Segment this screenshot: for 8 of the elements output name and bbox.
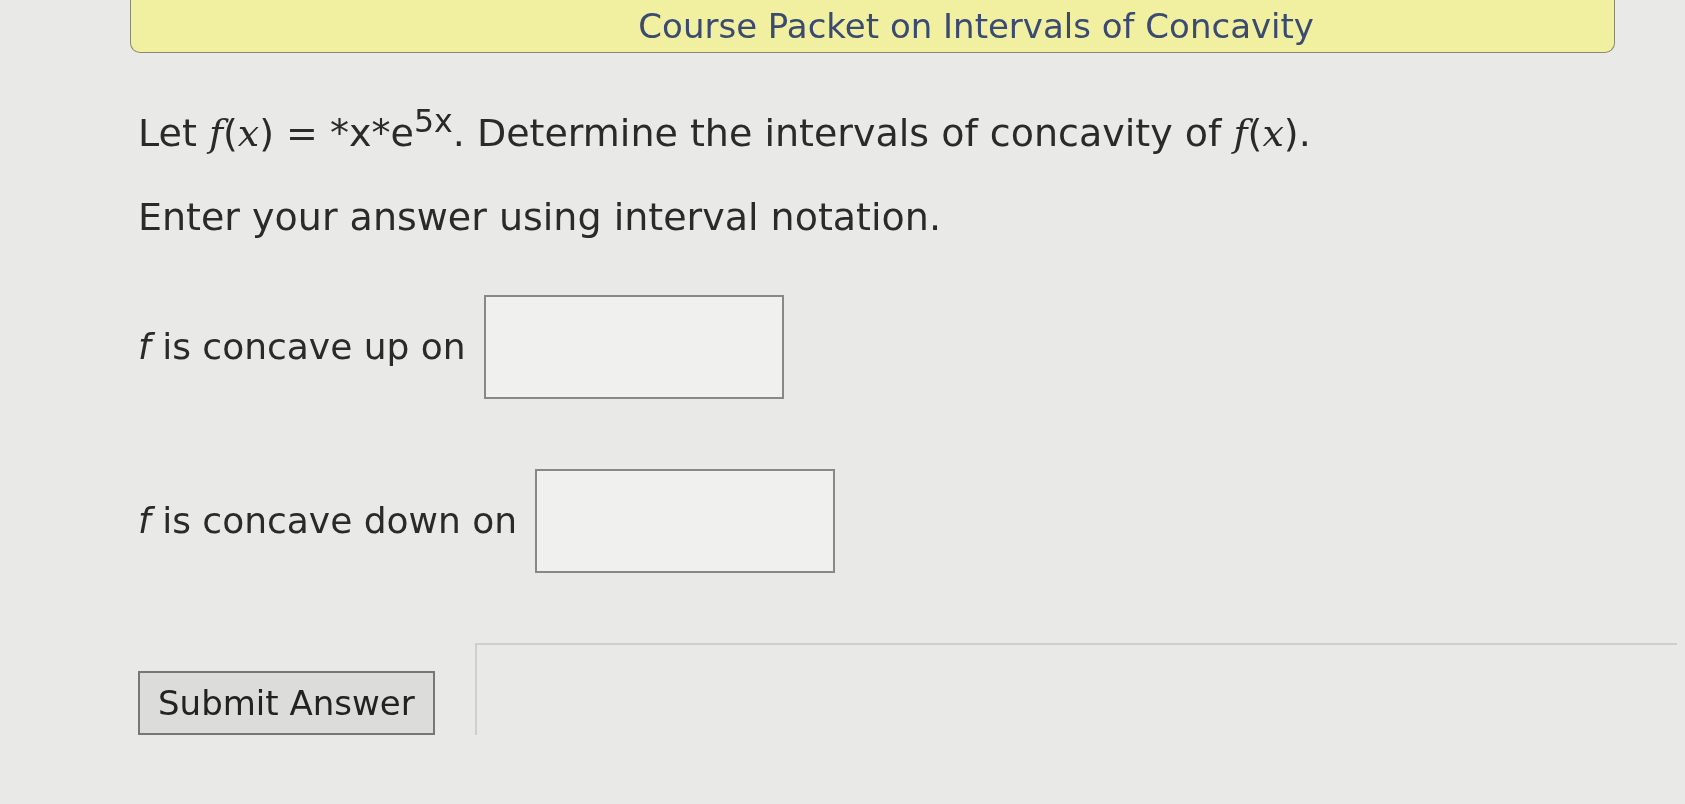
submit-button[interactable]: Submit Answer bbox=[138, 670, 435, 735]
question-text: Let f(x) = *x*e$^{5x}$. Determine the intervals of concavity of f(x). bbox=[138, 103, 1312, 155]
answer-field[interactable] bbox=[535, 468, 836, 573]
instruction-text: Enter your answer using interval notation. bbox=[138, 194, 942, 239]
answer-label: f is concave up on bbox=[138, 326, 466, 368]
answer-label: f is concave down on bbox=[138, 500, 518, 542]
answer-field[interactable] bbox=[483, 294, 784, 399]
banner-title: Course Packet on Intervals of Concavity bbox=[638, 6, 1314, 46]
